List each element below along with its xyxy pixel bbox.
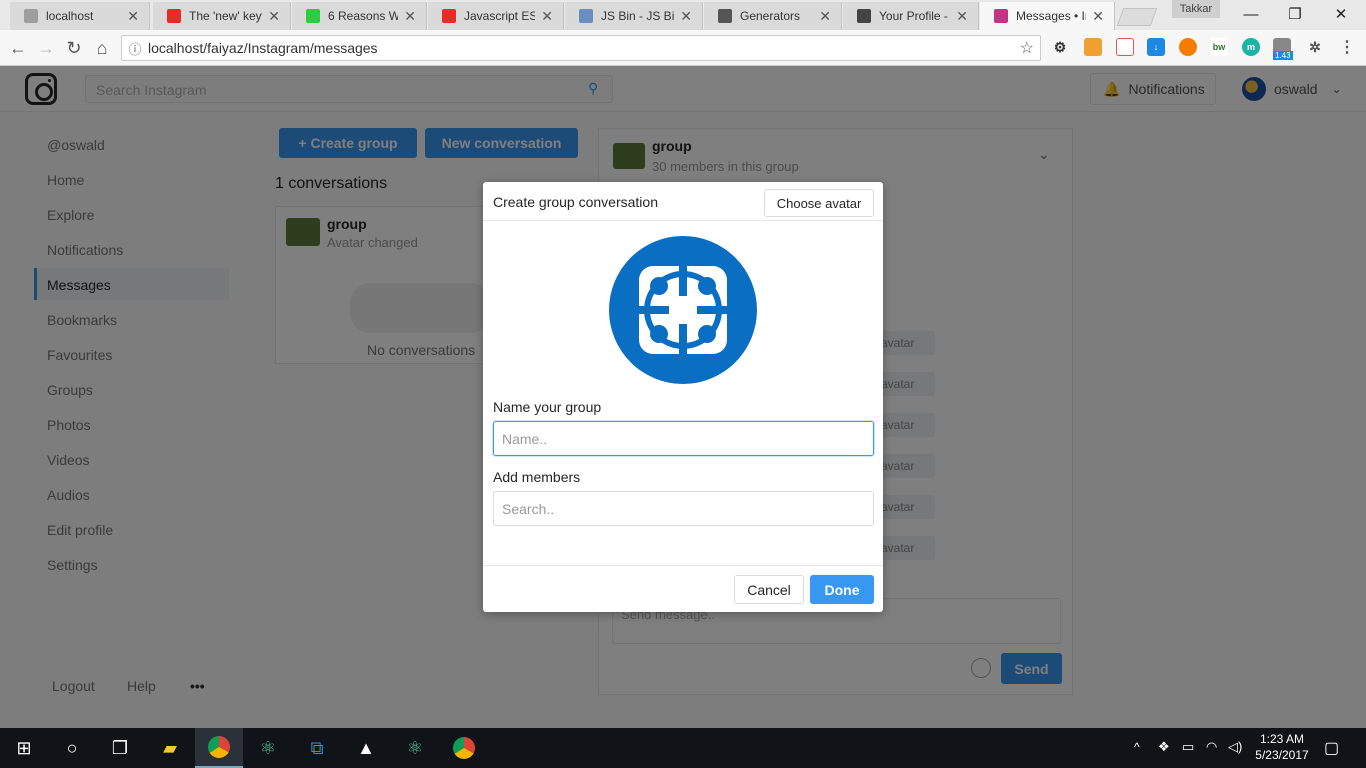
url-text: localhost/faiyaz/Instagram/messages xyxy=(148,40,378,56)
chrome-icon[interactable] xyxy=(440,728,488,768)
chrome-icon[interactable] xyxy=(195,728,243,768)
close-tab-icon[interactable]: ✕ xyxy=(268,8,280,25)
browser-tab[interactable]: The 'new' keyw ✕ xyxy=(153,2,291,30)
youtube-icon xyxy=(442,9,456,23)
task-view-icon[interactable]: ❐ xyxy=(96,728,144,768)
instagram-icon xyxy=(994,9,1008,23)
timer-icon xyxy=(306,9,320,23)
restore-icon[interactable]: ❐ xyxy=(1272,0,1318,28)
vscode-icon[interactable]: ⧉ xyxy=(293,728,341,768)
file-explorer-icon[interactable]: ▰ xyxy=(146,728,194,768)
info-icon[interactable]: ⓘ xyxy=(122,39,148,58)
clock-time: 1:23 AM xyxy=(1259,732,1305,746)
tab-title: JS Bin - JS Bin xyxy=(601,9,675,23)
browser-tab[interactable]: Javascript ES7 ✕ xyxy=(428,2,564,30)
menu-icon[interactable]: ⋮ xyxy=(1338,38,1356,56)
atom-icon[interactable]: ⚛ xyxy=(244,728,292,768)
reload-icon[interactable]: ↻ xyxy=(62,36,86,60)
download-extension-icon[interactable]: ↓ xyxy=(1147,38,1165,56)
calendar-extension-icon[interactable] xyxy=(1116,38,1134,56)
done-button[interactable]: Done xyxy=(810,575,874,604)
bw-extension-icon[interactable]: bw xyxy=(1210,38,1228,56)
close-tab-icon[interactable]: ✕ xyxy=(1092,8,1104,25)
close-tab-icon[interactable]: ✕ xyxy=(956,8,968,25)
browser-tab[interactable]: localhost ✕ xyxy=(10,2,150,30)
minimize-icon[interactable]: — xyxy=(1228,0,1274,28)
tab-title: Generators xyxy=(740,9,801,23)
address-bar[interactable]: ⓘ localhost/faiyaz/Instagram/messages ☆ xyxy=(121,35,1041,61)
group-name-label: Name your group xyxy=(493,399,602,415)
forward-icon[interactable]: → xyxy=(34,36,58,60)
extension-icon[interactable] xyxy=(1084,38,1102,56)
atom-icon[interactable]: ⚛ xyxy=(391,728,439,768)
volume-icon[interactable]: ◁) xyxy=(1228,739,1242,755)
browser-tab[interactable]: Generators ✕ xyxy=(704,2,842,30)
modal-title: Create group conversation xyxy=(493,194,658,210)
tab-title: Javascript ES7 xyxy=(464,9,535,23)
browser-tab[interactable]: Messages • Ins ✕ xyxy=(980,2,1115,30)
group-avatar-logo-icon xyxy=(609,236,757,384)
close-tab-icon[interactable]: ✕ xyxy=(819,8,831,25)
browser-profile-chip[interactable]: Takkar xyxy=(1172,0,1220,18)
extension-icon[interactable] xyxy=(1179,38,1197,56)
page-icon xyxy=(24,9,38,23)
hashnode-icon xyxy=(857,9,871,23)
browser-tab[interactable]: Your Profile - H ✕ xyxy=(843,2,979,30)
group-name-input[interactable]: Name.. xyxy=(493,421,874,456)
browser-tab[interactable]: 6 Reasons Wh ✕ xyxy=(292,2,427,30)
back-icon[interactable]: ← xyxy=(6,36,30,60)
members-search-input[interactable]: Search.. xyxy=(493,491,874,526)
action-center-icon[interactable]: ▢ xyxy=(1324,738,1339,758)
browser-tab[interactable]: JS Bin - JS Bin ✕ xyxy=(565,2,703,30)
system-clock[interactable]: 1:23 AM 5/23/2017 xyxy=(1250,731,1314,763)
tab-title: 6 Reasons Wh xyxy=(328,9,398,23)
tab-title: The 'new' keyw xyxy=(189,9,263,23)
m-extension-icon[interactable]: m xyxy=(1242,38,1260,56)
close-tab-icon[interactable]: ✕ xyxy=(541,8,553,25)
tray-chevron-icon[interactable]: ^ xyxy=(1134,740,1140,754)
youtube-icon xyxy=(167,9,181,23)
close-tab-icon[interactable]: ✕ xyxy=(680,8,692,25)
bookmark-star-icon[interactable]: ☆ xyxy=(1020,38,1034,58)
windows-start-icon[interactable]: ⊞ xyxy=(0,728,48,768)
home-icon[interactable]: ⌂ xyxy=(90,36,114,60)
new-tab-button[interactable] xyxy=(1116,8,1158,26)
modal-divider xyxy=(483,565,883,566)
codepen-icon xyxy=(718,9,732,23)
close-tab-icon[interactable]: ✕ xyxy=(127,8,139,25)
photos-icon[interactable]: ▲ xyxy=(342,728,390,768)
settings-gear-icon[interactable]: ⚙ xyxy=(1051,38,1069,56)
extension-badge: 1.43 xyxy=(1273,51,1293,60)
dropbox-tray-icon[interactable]: ❖ xyxy=(1158,739,1170,755)
jsbin-icon xyxy=(579,9,593,23)
close-window-icon[interactable]: ✕ xyxy=(1318,0,1364,28)
cortana-icon[interactable]: ○ xyxy=(48,728,96,768)
react-devtools-icon[interactable]: ✲ xyxy=(1306,38,1324,56)
tab-title: Messages • Ins xyxy=(1016,9,1086,23)
choose-avatar-button[interactable]: Choose avatar xyxy=(764,189,874,217)
wifi-icon[interactable]: ◠ xyxy=(1206,739,1217,755)
create-group-modal: Create group conversation Choose avatar … xyxy=(483,182,883,612)
tab-title: Your Profile - H xyxy=(879,9,950,23)
add-members-label: Add members xyxy=(493,469,581,485)
clock-date: 5/23/2017 xyxy=(1255,748,1309,762)
close-tab-icon[interactable]: ✕ xyxy=(404,8,416,25)
battery-icon[interactable]: ▭ xyxy=(1182,739,1194,755)
cancel-button[interactable]: Cancel xyxy=(734,575,804,604)
tab-title: localhost xyxy=(46,9,94,23)
